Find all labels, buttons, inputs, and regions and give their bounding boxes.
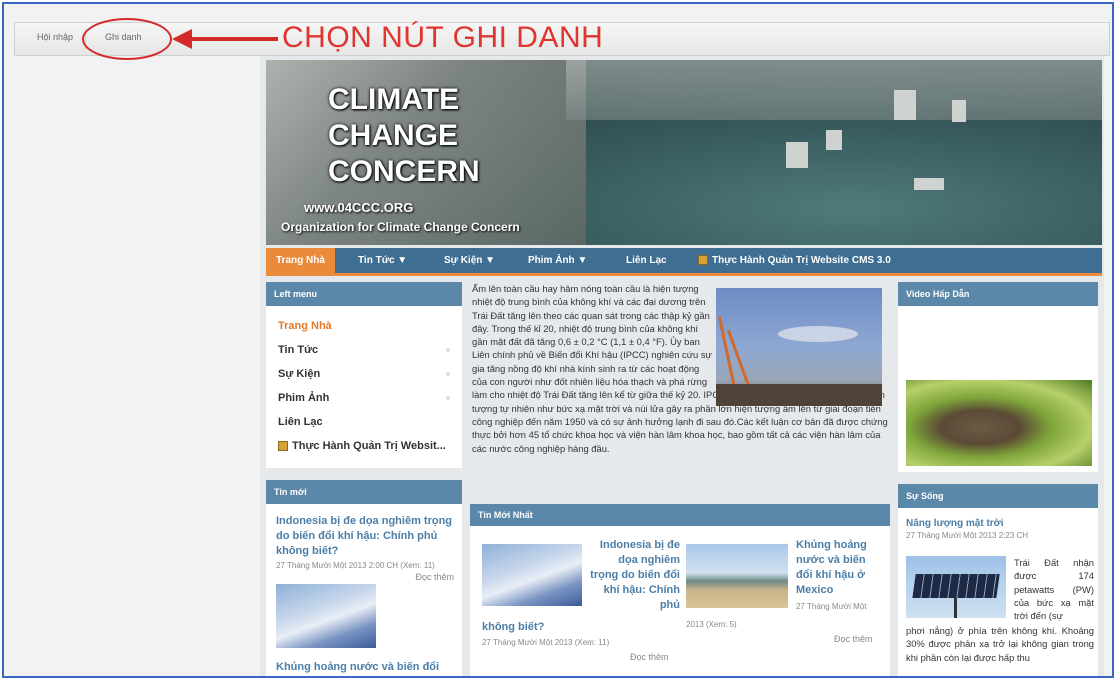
left-news-item-title[interactable]: Khủng hoảng nước và biến đổi khí [276,660,454,676]
read-more-link[interactable]: Đọc thêm [630,652,669,662]
factory-ground [716,384,882,406]
banner-building [786,142,808,168]
latest-news-heading: Tin Mới Nhất [470,504,890,526]
banner-building [914,178,944,190]
left-menu-label: Tin Tức [278,344,319,356]
latest-news-thumbnail[interactable] [686,544,788,608]
banner-title-line: CLIMATE [328,83,460,116]
screenshot-frame: Hội nhập Ghi danh CHỌN NÚT GHI DANH CLIM… [2,2,1114,678]
video-box: Video Hấp Dẫn [898,282,1098,472]
main-nav: Trang Nhà Tin Tức ▼ Sự Kiện ▼ Phim Ảnh ▼… [266,248,1102,276]
banner-building [894,90,916,120]
left-news-item-title[interactable]: Indonesia bị đe dọa nghiêm trọng do biến… [276,514,454,559]
callout-ellipse [82,18,172,60]
submenu-dot-icon [446,348,450,352]
site-banner: CLIMATE CHANGE CONCERN www.04CCC.ORG Org… [266,60,1102,245]
life-text-bottom: phơi nắng) ở phía trên không khí. Khoảng… [906,625,1094,663]
cms-icon [278,441,288,452]
nav-item-su-kien[interactable]: Sự Kiện ▼ [434,248,505,273]
submenu-dot-icon [446,396,450,400]
banner-building [826,130,842,150]
left-news-item-meta: 27 Tháng Mười Một 2013 2:00 CH (Xem: 11) [276,561,435,570]
left-menu-label: Liên Lạc [278,416,323,428]
callout-text: CHỌN NÚT GHI DANH [282,21,604,54]
article-text-top: Ấm lên toàn cầu hay hâm nóng toàn cầu là… [472,283,712,388]
banner-title-line: CHANGE [328,119,459,152]
left-menu-label: Thực Hành Quản Trị Websit... [292,440,446,452]
video-thumbnail[interactable] [906,380,1092,466]
left-menu-item-phim-anh[interactable]: Phim Ảnh [266,386,462,410]
latest-news-thumbnail[interactable] [482,544,582,606]
left-menu-item-tin-tuc[interactable]: Tin Tức [266,338,462,362]
solar-panel-image[interactable] [906,556,1006,618]
life-heading: Sự Sống [898,484,1098,508]
latest-news-item-title[interactable]: Khủng hoảng nước và biến đổi khí hậu ở M… [796,538,878,598]
banner-sky [566,60,1102,120]
latest-news-item-title[interactable]: Indonesia bị đe dọa nghiêm trọng do biến… [590,538,680,613]
life-text-side: Trái Đất nhận được 174 petawatts (PW) củ… [1014,557,1094,622]
banner-url: www.04CCC.ORG [304,200,414,215]
banner-title: CLIMATE CHANGE CONCERN [328,82,480,190]
cms-icon [698,255,708,266]
nav-item-phim-anh[interactable]: Phim Ảnh ▼ [518,248,597,273]
left-menu-label: Trang Nhà [278,320,332,332]
banner-org: Organization for Climate Change Concern [281,220,520,234]
left-news-thumbnail[interactable] [276,584,376,648]
nav-item-lien-lac[interactable]: Liên Lạc [616,248,677,273]
latest-news-box: Tin Mới Nhất Indonesia bị đe dọa nghiêm … [470,504,890,676]
callout-arrow-icon [172,29,278,49]
banner-title-line: CONCERN [328,155,480,188]
banner-building [952,100,966,122]
article-factory-image [716,288,882,406]
left-menu-heading: Left menu [266,282,462,306]
left-menu-box: Left menu Trang Nhà Tin Tức Sự Kiện Phim… [266,282,462,468]
solar-pole-shape [954,598,957,618]
latest-news-item-title-cont[interactable]: không biết? [482,620,544,635]
read-more-link[interactable]: Đọc thêm [834,634,873,644]
site-page: CLIMATE CHANGE CONCERN www.04CCC.ORG Org… [260,56,1104,676]
nav-item-cms-label: Thực Hành Quản Trị Website CMS 3.0 [712,255,891,266]
submenu-dot-icon [446,372,450,376]
life-box: Sự Sống Năng lượng mặt trời 27 Tháng Mườ… [898,484,1098,676]
crane-shape [717,316,738,394]
latest-news-item-meta: 27 Tháng Mười Một 2013 (Xem: 11) [482,638,610,647]
latest-news-item-meta: 2013 (Xem: 5) [686,620,737,629]
left-menu-label: Sự Kiện [278,368,321,380]
life-item-meta: 27 Tháng Mười Một 2013 2:23 CH [906,531,1029,540]
login-button[interactable]: Hội nhập [37,32,73,42]
left-menu-item-trang-nha[interactable]: Trang Nhà [266,314,462,338]
nav-item-trang-nha[interactable]: Trang Nhà [266,248,335,273]
nav-item-cms[interactable]: Thực Hành Quản Trị Website CMS 3.0 [688,248,901,273]
read-more-link[interactable]: Đọc thêm [276,572,454,582]
left-menu-label: Phim Ảnh [278,392,330,404]
smoke-shape [778,326,858,342]
left-news-box: Tin mới Indonesia bị đe dọa nghiêm trọng… [266,480,462,676]
video-heading: Video Hấp Dẫn [898,282,1098,306]
solar-panel-shape [912,574,1000,598]
left-menu-item-lien-lac[interactable]: Liên Lạc [266,410,462,434]
left-news-heading: Tin mới [266,480,462,504]
nav-item-tin-tuc[interactable]: Tin Tức ▼ [348,248,417,273]
left-menu-item-su-kien[interactable]: Sự Kiện [266,362,462,386]
latest-news-item-meta: 27 Tháng Mười Một [796,602,867,611]
life-item-title[interactable]: Năng lượng mặt trời [898,508,1098,531]
left-menu-item-cms[interactable]: Thực Hành Quản Trị Websit... [266,434,462,458]
